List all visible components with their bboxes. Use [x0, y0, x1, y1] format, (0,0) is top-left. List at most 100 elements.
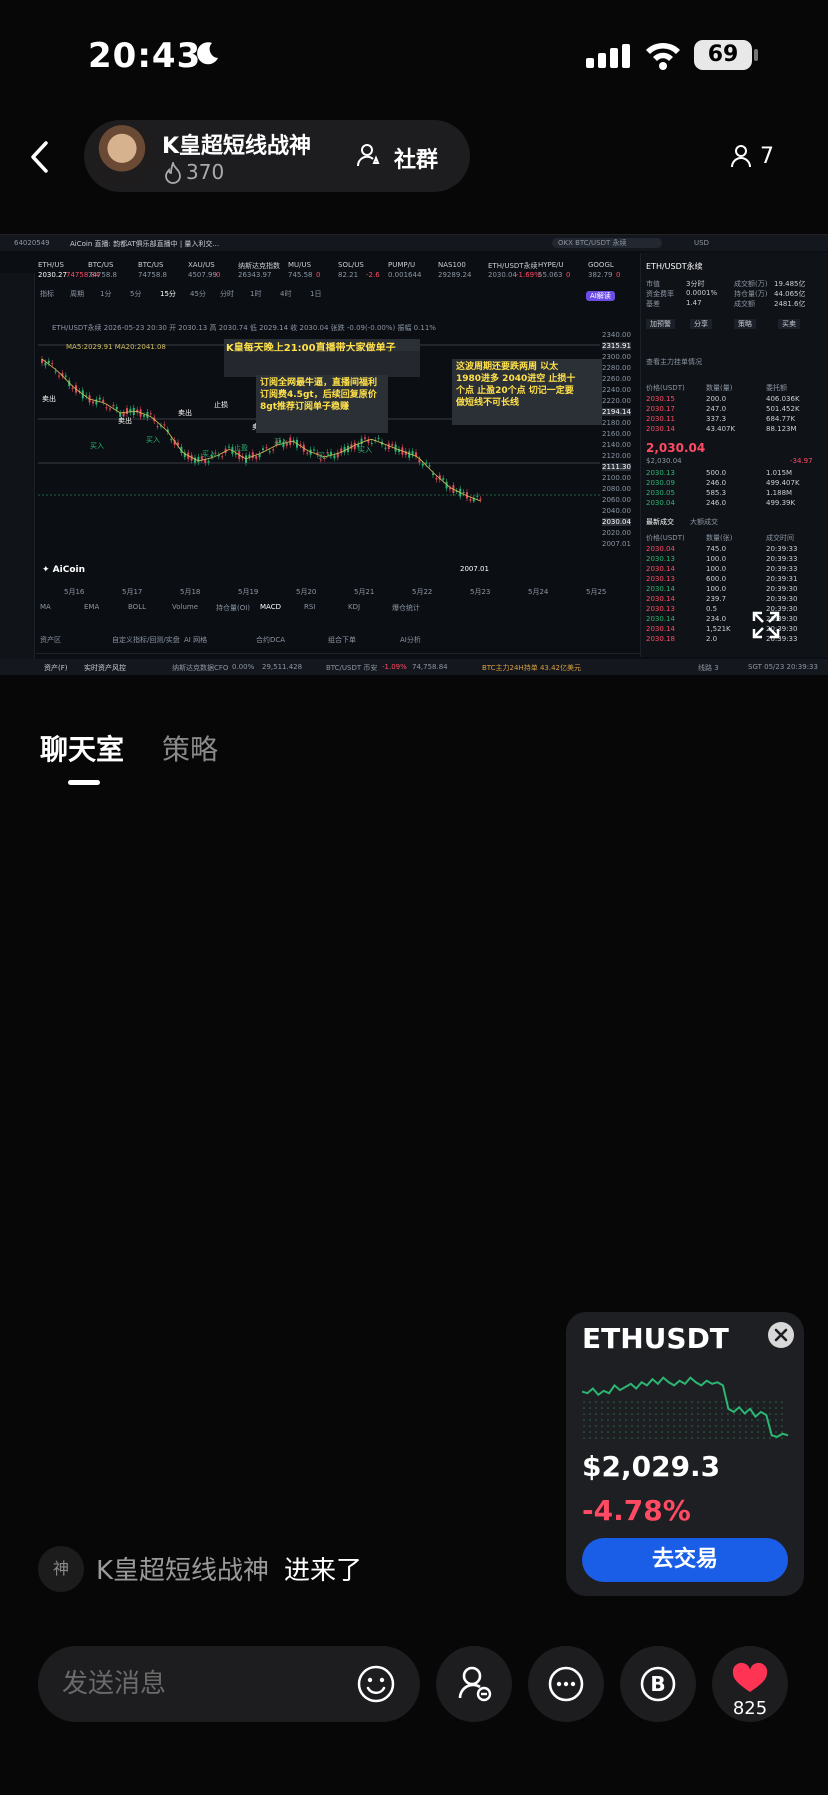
sparkline-dot — [727, 1413, 729, 1415]
fullscreen-icon[interactable] — [752, 611, 780, 639]
trade-cell: 745.0 — [706, 545, 727, 553]
community-label[interactable]: 社群 — [394, 142, 438, 174]
sparkline-dot — [625, 1437, 627, 1439]
sparkline-dot — [625, 1401, 627, 1403]
watchlist-change: 0 — [216, 271, 221, 279]
sparkline-dot — [745, 1419, 747, 1421]
sparkline-dot — [625, 1431, 627, 1433]
ticker-sparkline — [582, 1376, 789, 1439]
toolbar-item: 15分 — [160, 290, 176, 298]
indicator-tab: MA — [40, 603, 51, 611]
sparkline-dot — [631, 1401, 633, 1403]
sparkline-dot — [619, 1437, 621, 1439]
coin-button[interactable]: B — [620, 1646, 696, 1722]
sparkline-dot — [631, 1413, 633, 1415]
sparkline-dot — [619, 1419, 621, 1421]
sparkline-dot — [769, 1437, 771, 1439]
sparkline-dot — [739, 1425, 741, 1427]
candle-body — [197, 456, 200, 463]
trade-cell: 2030.13 — [646, 555, 675, 563]
sparkline-dot — [673, 1431, 675, 1433]
price-axis-label: 2260.00 — [602, 375, 631, 383]
anchor-avatar[interactable] — [90, 124, 154, 188]
sparkline-dot — [715, 1401, 717, 1403]
sparkline-dot — [733, 1419, 735, 1421]
watchlist-price: 74758.8 — [88, 271, 117, 279]
more-dots-icon — [548, 1666, 584, 1702]
sparkline-dot — [727, 1419, 729, 1421]
sparkline-dot — [595, 1425, 597, 1427]
svg-text:B: B — [650, 1672, 665, 1696]
sparkline-dot — [595, 1407, 597, 1409]
trade-cell: 1,521K — [706, 625, 731, 633]
viewer-count[interactable]: 7 — [760, 144, 774, 169]
anchor-name: K皇超短线战神 — [162, 134, 312, 159]
sparkline-dot — [775, 1407, 777, 1409]
footer-idx-val: 29,511.428 — [262, 663, 303, 671]
sparkline-dot — [757, 1401, 759, 1403]
go-trade-button[interactable]: 去交易 — [582, 1538, 788, 1582]
tool-item: AI分析 — [400, 636, 421, 644]
sparkline-dot — [739, 1401, 741, 1403]
tab-chat-room[interactable]: 聊天室 — [40, 728, 124, 768]
trade-cell: 20:39:33 — [766, 545, 798, 553]
trade-cell: 2.0 — [706, 635, 718, 643]
footer-btc-price: 74,758.84 — [412, 663, 448, 671]
trade-cell: 20:39:33 — [766, 555, 798, 563]
rp-stat-value: 1.47 — [686, 299, 702, 307]
sparkline-dot — [595, 1413, 597, 1415]
sparkline-dot — [685, 1407, 687, 1409]
sparkline-dot — [673, 1401, 675, 1403]
sparkline-dot — [691, 1431, 693, 1433]
candle-body — [421, 463, 424, 466]
date-axis-label: 5月24 — [528, 588, 549, 596]
toolbar-item: 分时 — [220, 290, 234, 298]
join-user-name[interactable]: K皇超短线战神 — [96, 1550, 269, 1587]
rp-last-change: -34.97 — [790, 457, 813, 465]
sparkline-dot — [727, 1425, 729, 1427]
sparkline-dot — [601, 1407, 603, 1409]
indicator-tab: 持仓量(OI) — [216, 604, 251, 612]
candle-body — [95, 399, 98, 405]
tab-strategy[interactable]: 策略 — [162, 728, 218, 768]
sparkline-dot — [637, 1413, 639, 1415]
sparkline-dot — [637, 1437, 639, 1439]
rp-action-button: 分享 — [690, 319, 712, 329]
price-axis-label: 2180.00 — [602, 419, 631, 427]
candle-body — [207, 461, 210, 463]
watchlist-price: 55.063 — [538, 271, 563, 279]
user-action-button[interactable] — [436, 1646, 512, 1722]
date-axis-label: 5月21 — [354, 588, 375, 596]
trade-signal-label: 止盈 — [234, 443, 248, 452]
rp-stat-label: 市值 — [646, 280, 660, 288]
sparkline-dot — [613, 1431, 615, 1433]
candle-body — [370, 442, 373, 444]
candle-body — [170, 439, 173, 441]
sparkline-dot — [721, 1419, 723, 1421]
trade-cell: 0.5 — [706, 605, 718, 613]
candle-body — [258, 453, 261, 458]
candle-body — [44, 362, 47, 366]
trade-signal-label: 买入 — [90, 442, 104, 450]
community-icon[interactable] — [356, 142, 382, 168]
watchlist-price: 29289.24 — [438, 271, 472, 279]
sparkline-dot — [637, 1431, 639, 1433]
close-icon[interactable] — [768, 1322, 794, 1348]
sparkline-dot — [661, 1413, 663, 1415]
sparkline-dot — [697, 1413, 699, 1415]
emoji-icon[interactable] — [356, 1664, 396, 1704]
sparkline-dot — [601, 1419, 603, 1421]
date-axis-label: 5月25 — [586, 588, 607, 596]
sparkline-dot — [679, 1407, 681, 1409]
more-button[interactable] — [528, 1646, 604, 1722]
sparkline-dot — [649, 1419, 651, 1421]
rp-stat-label: 成交额(万) — [734, 280, 768, 288]
trade-cell: 2030.13 — [646, 575, 675, 583]
candle-body — [333, 455, 336, 459]
sparkline-dot — [763, 1401, 765, 1403]
price-axis-label: 2315.91 — [602, 342, 631, 350]
sparkline-dot — [697, 1407, 699, 1409]
sparkline-dot — [763, 1437, 765, 1439]
sparkline-dot — [679, 1437, 681, 1439]
back-arrow-icon[interactable] — [28, 140, 52, 174]
